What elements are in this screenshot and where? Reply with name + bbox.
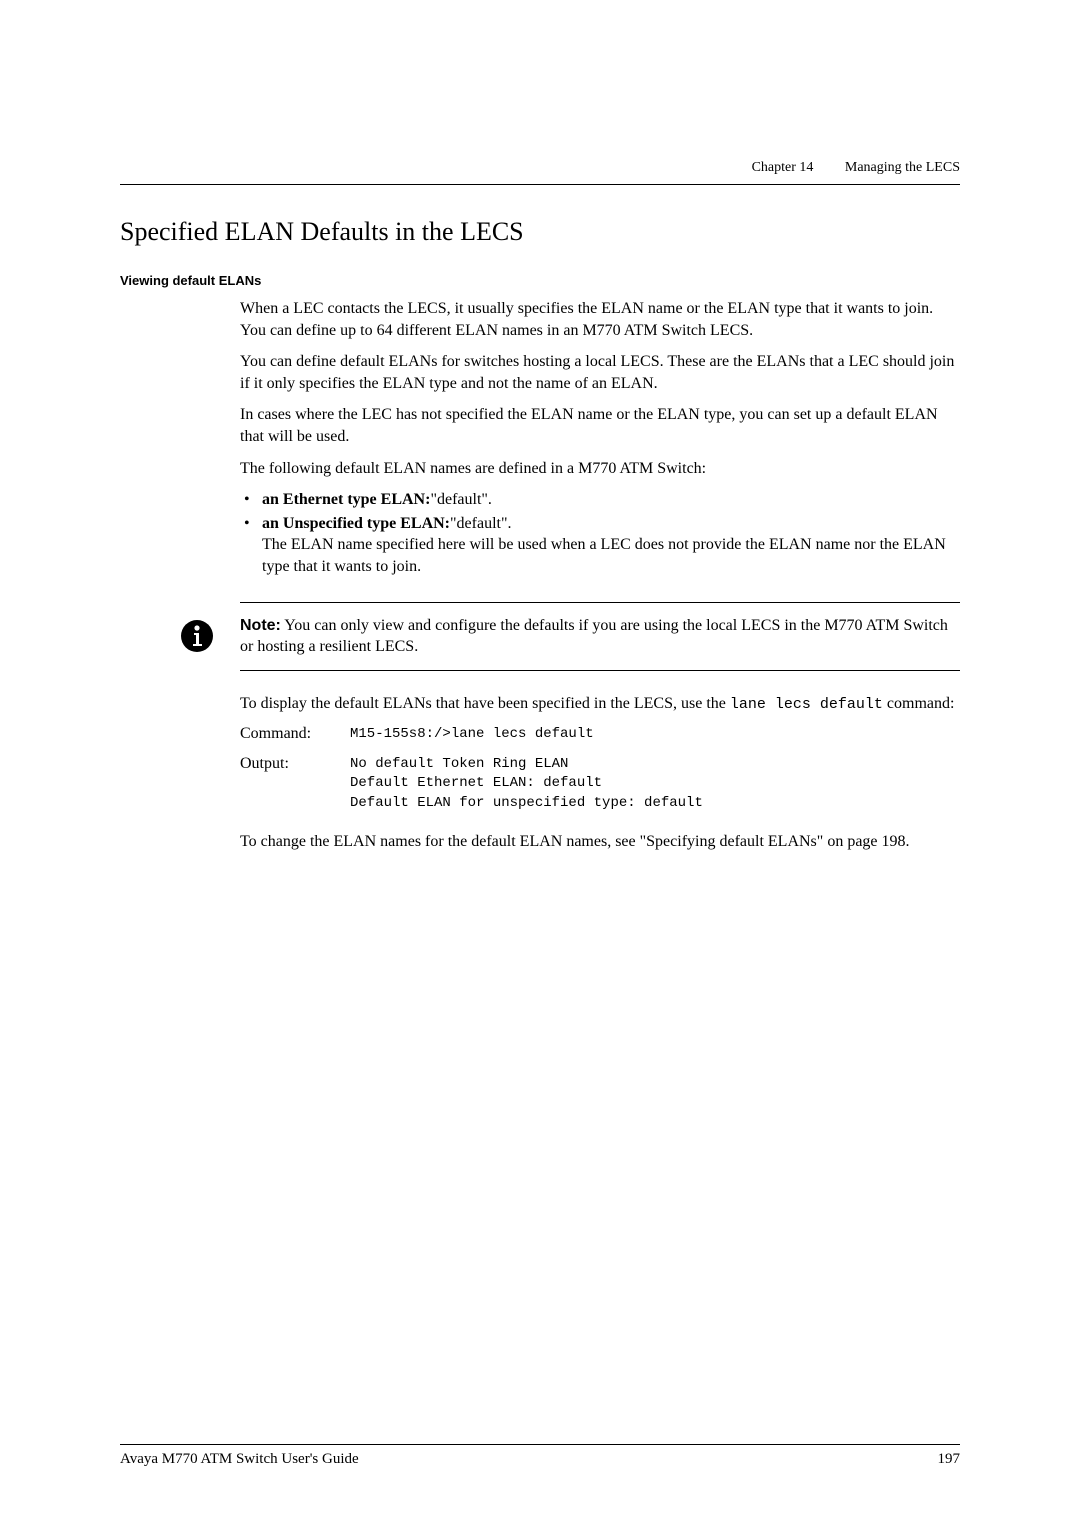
note-body: You can only view and configure the defa… xyxy=(240,617,948,656)
paragraph: The following default ELAN names are def… xyxy=(240,458,960,480)
output-row: Output: No default Token Ring ELAN Defau… xyxy=(240,755,960,814)
command-value: M15-155s8:/>lane lecs default xyxy=(350,725,594,745)
page-header: Chapter 14 Managing the LECS xyxy=(120,160,960,176)
section-title: Specified ELAN Defaults in the LECS xyxy=(120,217,960,247)
output-label: Output: xyxy=(240,755,350,814)
note-rule-bottom xyxy=(240,670,960,671)
footer-row: Avaya M770 ATM Switch User's Guide 197 xyxy=(120,1451,960,1468)
body-block: When a LEC contacts the LECS, it usually… xyxy=(240,298,960,853)
bullet-list: an Ethernet type ELAN:"default". an Unsp… xyxy=(240,489,960,577)
bullet-bold: an Ethernet type ELAN: xyxy=(262,491,430,508)
paragraph: When a LEC contacts the LECS, it usually… xyxy=(240,298,960,341)
command-row: Command: M15-155s8:/>lane lecs default xyxy=(240,725,960,745)
header-rule xyxy=(120,184,960,185)
list-item: an Unspecified type ELAN:"default". The … xyxy=(240,513,960,578)
note-text: Note: You can only view and configure th… xyxy=(240,615,960,658)
footer-left: Avaya M770 ATM Switch User's Guide xyxy=(120,1451,359,1468)
bullet-tail: "default". xyxy=(430,491,491,508)
command-block: Command: M15-155s8:/>lane lecs default O… xyxy=(240,725,960,813)
info-icon xyxy=(180,619,214,653)
paragraph: To change the ELAN names for the default… xyxy=(240,831,960,853)
bullet-tail: "default". xyxy=(450,515,511,532)
command-label: Command: xyxy=(240,725,350,745)
bullet-subtext: The ELAN name specified here will be use… xyxy=(262,534,960,577)
text-run: To display the default ELANs that have b… xyxy=(240,695,730,712)
paragraph: In cases where the LEC has not specified… xyxy=(240,404,960,447)
subsection-title: Viewing default ELANs xyxy=(120,273,960,288)
header-chapter: Chapter 14 xyxy=(752,160,814,175)
header-title: Managing the LECS xyxy=(845,160,960,175)
note-row: Note: You can only view and configure th… xyxy=(240,603,960,670)
text-run: command: xyxy=(883,695,955,712)
footer-rule xyxy=(120,1444,960,1445)
page-footer: Avaya M770 ATM Switch User's Guide 197 xyxy=(120,1444,960,1468)
note-label: Note: xyxy=(240,617,281,634)
note-block: Note: You can only view and configure th… xyxy=(240,602,960,671)
paragraph: You can define default ELANs for switche… xyxy=(240,351,960,394)
footer-page-number: 197 xyxy=(938,1451,961,1468)
output-value: No default Token Ring ELAN Default Ether… xyxy=(350,755,703,814)
paragraph: To display the default ELANs that have b… xyxy=(240,693,960,715)
bullet-bold: an Unspecified type ELAN: xyxy=(262,515,450,532)
list-item: an Ethernet type ELAN:"default". xyxy=(240,489,960,511)
inline-code: lane lecs default xyxy=(730,696,883,713)
